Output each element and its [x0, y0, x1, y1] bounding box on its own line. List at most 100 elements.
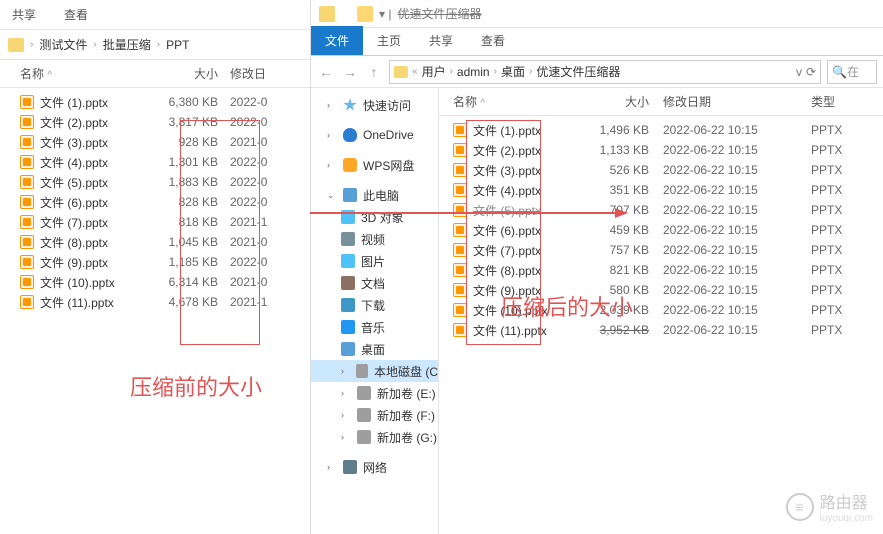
right-title-bar: ▾ | 优速文件压缩器 — [311, 0, 883, 28]
up-button[interactable]: ↑ — [365, 63, 383, 81]
file-row[interactable]: 文件 (4).pptx1,301 KB2022-0 — [0, 152, 310, 172]
file-row[interactable]: 文件 (11).pptx3,952 KB2022-06-22 10:15PPTX — [439, 320, 883, 340]
view-tab[interactable]: 查看 — [64, 6, 88, 23]
nav-this-pc[interactable]: ⌄此电脑 — [311, 184, 438, 206]
nav-desktop[interactable]: 桌面 — [311, 338, 438, 360]
back-button[interactable]: ← — [317, 63, 335, 81]
file-size: 1,301 KB — [150, 155, 230, 169]
nav-quick-access[interactable]: ›快速访问 — [311, 94, 438, 116]
breadcrumb-item[interactable]: admin — [457, 65, 490, 79]
file-row[interactable]: 文件 (9).pptx1,185 KB2022-0 — [0, 252, 310, 272]
file-row[interactable]: 文件 (7).pptx757 KB2022-06-22 10:15PPTX — [439, 240, 883, 260]
pptx-icon — [20, 175, 34, 189]
tab-view[interactable]: 查看 — [467, 26, 519, 55]
pptx-icon — [20, 255, 34, 269]
file-type: PPTX — [803, 183, 883, 197]
file-date: 2022-06-22 10:15 — [663, 223, 803, 237]
left-breadcrumb[interactable]: › 测试文件 › 批量压缩 › PPT — [0, 30, 310, 60]
address-bar[interactable]: « 用户› admin› 桌面› 优速文件压缩器 v ⟳ — [389, 60, 821, 84]
file-row[interactable]: 文件 (4).pptx351 KB2022-06-22 10:15PPTX — [439, 180, 883, 200]
nav-disk-g[interactable]: ›新加卷 (G:) — [311, 426, 438, 448]
file-size: 1,185 KB — [150, 255, 230, 269]
breadcrumb-item[interactable]: 优速文件压缩器 — [536, 63, 620, 80]
file-row[interactable]: 文件 (1).pptx6,380 KB2022-0 — [0, 92, 310, 112]
nav-disk-e[interactable]: ›新加卷 (E:) — [311, 382, 438, 404]
chevron-right-icon: › — [30, 39, 33, 50]
nav-pictures[interactable]: 图片 — [311, 250, 438, 272]
file-name: 文件 (3).pptx — [453, 162, 585, 179]
pptx-icon — [453, 163, 467, 177]
nav-documents[interactable]: 文档 — [311, 272, 438, 294]
nav-network[interactable]: ›网络 — [311, 456, 438, 478]
right-column-header[interactable]: 名称 ^ 大小 修改日期 类型 — [439, 88, 883, 116]
left-toolbar: 共享 查看 — [0, 0, 310, 30]
pptx-icon — [20, 215, 34, 229]
file-size: 6,314 KB — [150, 275, 230, 289]
file-date: 2022-06-22 10:15 — [663, 263, 803, 277]
file-date: 2022-06-22 10:15 — [663, 283, 803, 297]
nav-disk-c[interactable]: ›本地磁盘 (C — [311, 360, 438, 382]
nav-music[interactable]: 音乐 — [311, 316, 438, 338]
left-file-list: 文件 (1).pptx6,380 KB2022-0文件 (2).pptx3,81… — [0, 88, 310, 316]
folder-icon — [357, 6, 373, 22]
file-row[interactable]: 文件 (3).pptx928 KB2021-0 — [0, 132, 310, 152]
file-type: PPTX — [803, 243, 883, 257]
file-row[interactable]: 文件 (7).pptx818 KB2021-1 — [0, 212, 310, 232]
watermark-sub: luyouqi.com — [820, 513, 873, 524]
nav-wps[interactable]: ›WPS网盘 — [311, 154, 438, 176]
breadcrumb-item[interactable]: 测试文件 — [39, 36, 87, 53]
file-row[interactable]: 文件 (3).pptx526 KB2022-06-22 10:15PPTX — [439, 160, 883, 180]
file-row[interactable]: 文件 (2).pptx3,817 KB2022-0 — [0, 112, 310, 132]
header-size[interactable]: 大小 — [585, 93, 663, 110]
file-name: 文件 (8).pptx — [453, 262, 585, 279]
file-date: 2022-0 — [230, 195, 310, 209]
breadcrumb-item[interactable]: 桌面 — [501, 63, 525, 80]
tab-home[interactable]: 主页 — [363, 26, 415, 55]
nav-onedrive[interactable]: ›OneDrive — [311, 124, 438, 146]
chevron-right-icon: › — [93, 39, 96, 50]
header-date[interactable]: 修改日 — [230, 65, 310, 82]
file-row[interactable]: 文件 (8).pptx821 KB2022-06-22 10:15PPTX — [439, 260, 883, 280]
breadcrumb-item[interactable]: PPT — [166, 38, 189, 52]
file-row[interactable]: 文件 (6).pptx828 KB2022-0 — [0, 192, 310, 212]
breadcrumb-item[interactable]: 批量压缩 — [103, 36, 151, 53]
file-date: 2022-06-22 10:15 — [663, 303, 803, 317]
header-name[interactable]: 名称 ^ — [453, 93, 585, 110]
file-date: 2022-06-22 10:15 — [663, 123, 803, 137]
tab-share[interactable]: 共享 — [415, 26, 467, 55]
forward-button[interactable]: → — [341, 63, 359, 81]
left-column-header[interactable]: 名称 ^ 大小 修改日 — [0, 60, 310, 88]
cloud-icon — [343, 128, 357, 142]
file-name: 文件 (11).pptx — [20, 294, 150, 311]
right-explorer-window: ▾ | 优速文件压缩器 文件 主页 共享 查看 ← → ↑ « 用户› admi… — [310, 0, 883, 534]
header-date[interactable]: 修改日期 — [663, 93, 803, 110]
header-type[interactable]: 类型 — [803, 93, 883, 110]
wps-icon — [343, 158, 357, 172]
file-row[interactable]: 文件 (11).pptx4,678 KB2021-1 — [0, 292, 310, 312]
file-size: 928 KB — [150, 135, 230, 149]
tab-file[interactable]: 文件 — [311, 26, 363, 55]
share-tab[interactable]: 共享 — [12, 6, 36, 23]
nav-downloads[interactable]: 下载 — [311, 294, 438, 316]
search-input[interactable]: 🔍 在 — [827, 60, 877, 84]
file-size: 1,496 KB — [585, 123, 663, 137]
nav-disk-f[interactable]: ›新加卷 (F:) — [311, 404, 438, 426]
disk-icon — [357, 386, 371, 400]
annotation-label-left: 压缩前的大小 — [130, 370, 262, 402]
file-size: 1,883 KB — [150, 175, 230, 189]
breadcrumb-item[interactable]: 用户 — [422, 63, 446, 80]
file-row[interactable]: 文件 (10).pptx6,314 KB2021-0 — [0, 272, 310, 292]
pptx-icon — [453, 263, 467, 277]
header-name[interactable]: 名称 ^ — [20, 65, 150, 82]
right-nav-row: ← → ↑ « 用户› admin› 桌面› 优速文件压缩器 v ⟳ 🔍 在 — [311, 56, 883, 88]
file-row[interactable]: 文件 (2).pptx1,133 KB2022-06-22 10:15PPTX — [439, 140, 883, 160]
file-row[interactable]: 文件 (5).pptx1,883 KB2022-0 — [0, 172, 310, 192]
header-size[interactable]: 大小 — [150, 65, 230, 82]
pptx-icon — [453, 183, 467, 197]
file-name: 文件 (2).pptx — [20, 114, 150, 131]
file-row[interactable]: 文件 (1).pptx1,496 KB2022-06-22 10:15PPTX — [439, 120, 883, 140]
file-row[interactable]: 文件 (8).pptx1,045 KB2021-0 — [0, 232, 310, 252]
file-size: 526 KB — [585, 163, 663, 177]
annotation-label-right: 压缩后的大小 — [501, 290, 633, 322]
file-name: 文件 (2).pptx — [453, 142, 585, 159]
